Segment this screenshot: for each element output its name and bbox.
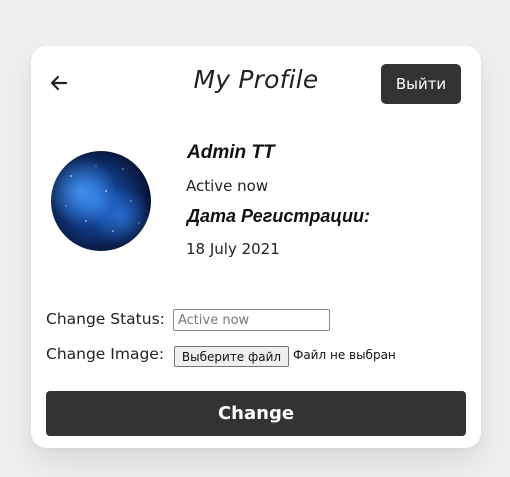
registration-label: Дата Регистрации: xyxy=(187,206,371,226)
logout-button[interactable]: Выйти xyxy=(381,64,461,104)
profile-card: My Profile Выйти Admin TT Active now Дат… xyxy=(31,46,481,448)
registration-date: 18 July 2021 xyxy=(186,240,280,258)
no-file-label: Файл не выбран xyxy=(293,348,396,362)
profile-name: Admin TT xyxy=(187,142,275,163)
change-button[interactable]: Change xyxy=(46,391,466,436)
change-status-label: Change Status: xyxy=(46,310,165,328)
profile-status: Active now xyxy=(186,177,269,195)
avatar xyxy=(51,151,151,251)
space-nebula-image xyxy=(51,151,151,251)
status-input[interactable] xyxy=(173,309,330,331)
change-image-label: Change Image: xyxy=(46,345,165,363)
choose-file-button[interactable]: Выберите файл xyxy=(174,346,289,367)
